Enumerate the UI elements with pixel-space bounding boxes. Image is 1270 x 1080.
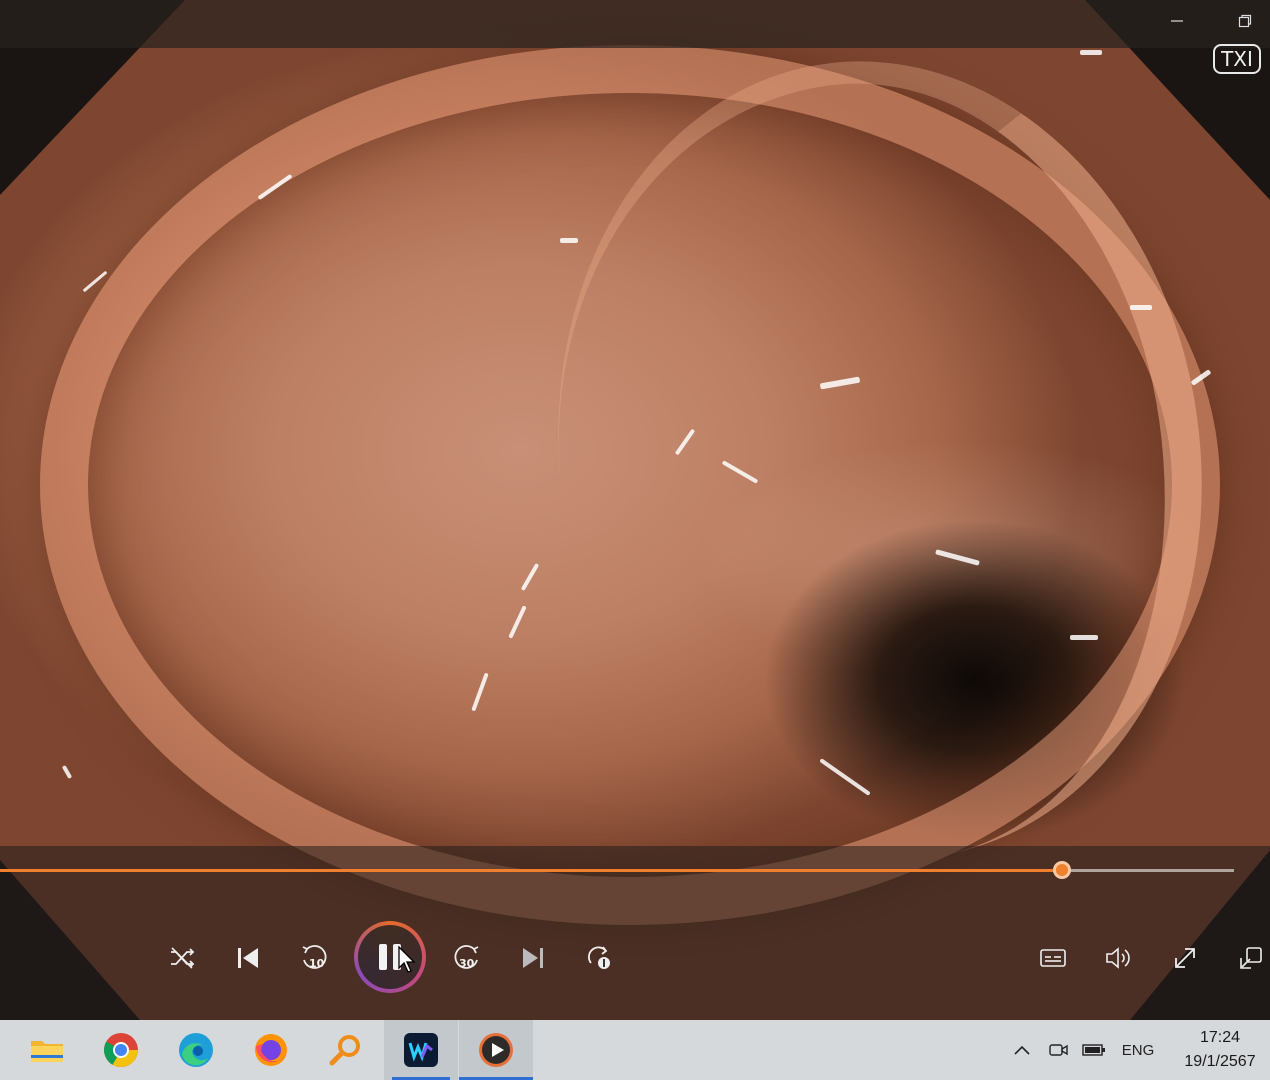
taskbar-chrome[interactable] [84, 1020, 158, 1080]
txi-overlay-badge: TXI [1213, 44, 1261, 74]
taskbar-edge[interactable] [159, 1020, 233, 1080]
shuffle-button[interactable] [162, 938, 202, 978]
webex-icon [404, 1033, 438, 1067]
playback-controls: 10 30 [0, 846, 1270, 1020]
tray-overflow-button[interactable] [1010, 1038, 1034, 1062]
skip-back-button[interactable]: 10 [294, 938, 334, 978]
taskbar: ENG 17:24 19/1/2567 [0, 1020, 1270, 1080]
media-player-icon [479, 1033, 513, 1067]
clock-date: 19/1/2567 [1184, 1053, 1256, 1070]
fullscreen-button[interactable] [1165, 938, 1205, 978]
tray-language[interactable]: ENG [1116, 1038, 1160, 1062]
shuffle-off-icon [171, 947, 195, 969]
svg-text:10: 10 [309, 957, 325, 970]
seek-bar-progress [0, 869, 1063, 872]
tray-battery[interactable] [1080, 1038, 1108, 1062]
meet-now-icon [1049, 1044, 1068, 1056]
previous-button[interactable] [228, 938, 268, 978]
firefox-icon [255, 1034, 287, 1066]
volume-button[interactable] [1099, 938, 1139, 978]
edge-icon [179, 1033, 213, 1067]
tray-clock[interactable]: 17:24 19/1/2567 [1178, 1026, 1262, 1074]
volume-icon [1106, 947, 1130, 969]
skip-previous-icon [238, 948, 258, 968]
minimize-button[interactable] [1162, 10, 1192, 38]
rewind-10-icon: 10 [302, 945, 327, 970]
battery-icon [1082, 1044, 1105, 1056]
taskbar-search-app[interactable] [309, 1020, 383, 1080]
taskbar-webex[interactable] [384, 1020, 458, 1080]
mini-player-button[interactable] [1231, 938, 1270, 978]
mouse-cursor-icon [398, 946, 416, 973]
subtitles-icon [1040, 949, 1066, 967]
skip-next-icon [523, 948, 543, 968]
chevron-up-icon [1014, 1045, 1030, 1055]
magnifier-icon [329, 1035, 360, 1066]
taskbar-firefox[interactable] [234, 1020, 308, 1080]
captions-button[interactable] [1033, 938, 1073, 978]
title-bar [0, 0, 1270, 48]
restore-icon [1238, 14, 1252, 28]
next-button[interactable] [513, 938, 553, 978]
repeat-button[interactable] [579, 938, 619, 978]
fullscreen-icon [1175, 948, 1195, 968]
minimize-icon [1171, 20, 1183, 22]
repeat-one-icon [588, 946, 610, 969]
restore-button[interactable] [1230, 10, 1260, 38]
chrome-icon [104, 1033, 138, 1067]
folder-icon [31, 1041, 63, 1062]
skip-forward-button[interactable]: 30 [447, 938, 487, 978]
forward-30-icon: 30 [454, 945, 479, 970]
seek-bar[interactable] [0, 861, 1234, 879]
tray-meet-now[interactable] [1045, 1038, 1071, 1062]
seek-bar-thumb[interactable] [1053, 861, 1072, 879]
taskbar-file-explorer[interactable] [10, 1020, 84, 1080]
clock-time: 17:24 [1199, 1029, 1241, 1046]
svg-text:30: 30 [459, 957, 475, 970]
video-surface[interactable]: TXI 10 30 [0, 0, 1270, 1020]
mini-player-icon [1240, 947, 1262, 969]
taskbar-media-player[interactable] [459, 1020, 533, 1080]
